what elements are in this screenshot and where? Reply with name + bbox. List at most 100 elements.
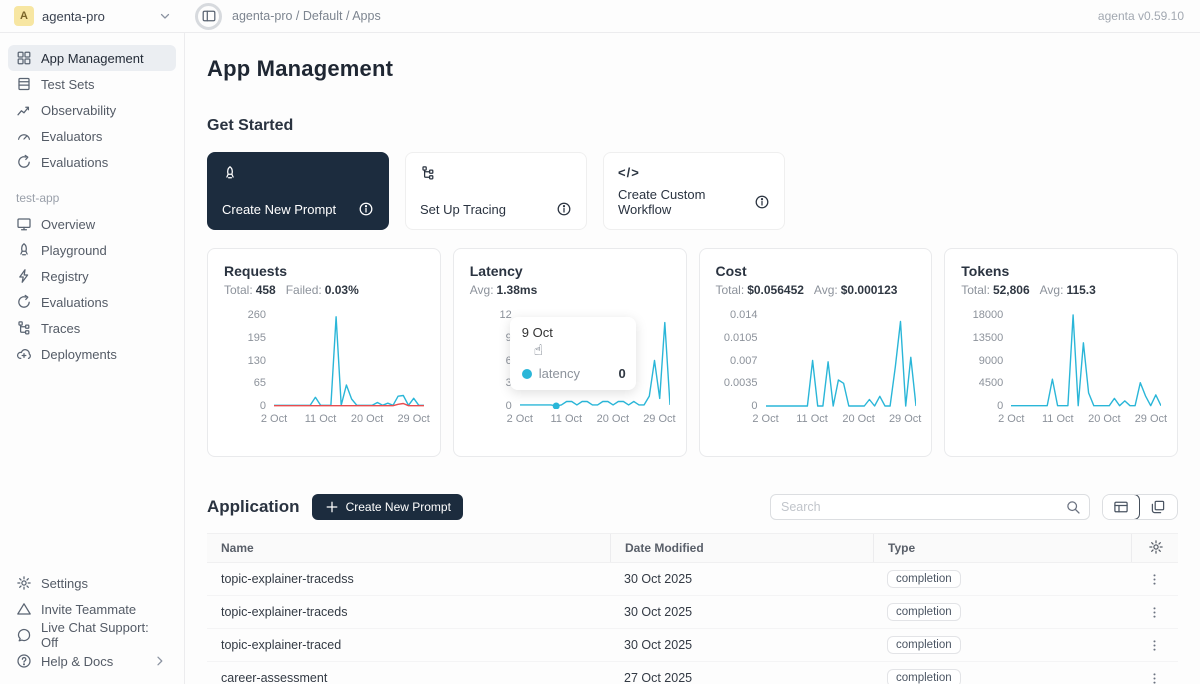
sidebar-item-registry[interactable]: Registry [8, 263, 176, 289]
search-input[interactable] [781, 500, 1065, 514]
sidebar-item-label: Evaluators [41, 129, 102, 144]
sidebar-item-label: Help & Docs [41, 654, 113, 669]
search-icon[interactable] [1065, 499, 1081, 515]
chart-plot-area[interactable] [274, 309, 424, 412]
row-menu-button[interactable] [1145, 603, 1164, 622]
row-menu-button[interactable] [1145, 669, 1164, 684]
table-row-topic-explainer-traced[interactable]: topic-explainer-traced30 Oct 2025 complet… [207, 629, 1178, 662]
metric-stat: Avg:1.38ms [470, 283, 538, 297]
y-axis-tick: 9000 [961, 355, 1003, 367]
x-axis-tick: 2 Oct [998, 413, 1024, 425]
info-icon[interactable] [754, 194, 770, 210]
sidebar-item-overview[interactable]: Overview [8, 211, 176, 237]
sidebar-item-invite-teammate[interactable]: Invite Teammate [8, 596, 176, 622]
metric-chart: 00.00350.0070.01050.0142 Oct11 Oct20 Oct… [716, 309, 916, 431]
cell-date-modified: 30 Oct 2025 [610, 638, 873, 652]
metric-stats: Total:52,806Avg:115.3 [961, 283, 1161, 297]
sidebar-item-label: Live Chat Support: Off [41, 620, 168, 650]
button-label: Create New Prompt [346, 500, 451, 514]
sidebar-section-label: test-app [16, 191, 176, 205]
y-axis-tick: 4500 [961, 377, 1003, 389]
workspace-selector[interactable]: A agenta-pro [0, 6, 185, 26]
tooltip-series-name: latency [539, 366, 580, 381]
sidebar-item-evaluations[interactable]: Evaluations [8, 149, 176, 175]
card-view-button[interactable] [1139, 495, 1177, 519]
testsets-icon [16, 76, 32, 92]
x-axis-tick: 11 Oct [551, 413, 583, 425]
type-badge: completion [887, 669, 961, 684]
cell-date-modified: 30 Oct 2025 [610, 572, 873, 586]
chart-plot-area[interactable] [766, 309, 916, 412]
sidebar-item-help-docs[interactable]: Help & Docs [8, 648, 176, 674]
grid-icon [16, 50, 32, 66]
view-toggle [1102, 494, 1178, 520]
cell-name: topic-explainer-traced [207, 638, 610, 652]
code-icon: </> [618, 165, 770, 180]
get-started-card-set-up-tracing[interactable]: Set Up Tracing [405, 152, 587, 230]
sidebar-item-test-sets[interactable]: Test Sets [8, 71, 176, 97]
metric-stat: Failed:0.03% [286, 283, 359, 297]
sidebar-item-settings[interactable]: Settings [8, 570, 176, 596]
sidebar-item-evaluations[interactable]: Evaluations [8, 289, 176, 315]
x-axis-tick: 20 Oct [842, 413, 874, 425]
table-view-button[interactable] [1102, 494, 1140, 520]
chart-plot-area[interactable] [1011, 309, 1161, 412]
column-header-type[interactable]: Type [873, 534, 1131, 562]
tooltip-series-row: latency0 [522, 366, 626, 381]
sidebar-item-live-chat-support-off[interactable]: Live Chat Support: Off [8, 622, 176, 648]
sidebar-item-app-management[interactable]: App Management [8, 45, 176, 71]
row-menu-button[interactable] [1145, 570, 1164, 589]
column-header-date-modified[interactable]: Date Modified [610, 534, 873, 562]
plus-icon [324, 499, 340, 515]
y-axis-tick: 18000 [961, 309, 1003, 321]
version-label: agenta v0.59.10 [1098, 9, 1200, 23]
gear-icon[interactable] [1148, 539, 1164, 558]
sidebar-item-playground[interactable]: Playground [8, 237, 176, 263]
x-axis-tick: 20 Oct [597, 413, 629, 425]
get-started-card-create-new-prompt[interactable]: Create New Prompt [207, 152, 389, 230]
sidebar-item-label: Deployments [41, 347, 117, 362]
type-badge: completion [887, 570, 961, 588]
column-header-name[interactable]: Name [207, 534, 610, 562]
table-row-career-assessment[interactable]: career-assessment27 Oct 2025completion [207, 662, 1178, 684]
sidebar-toggle-button[interactable] [195, 3, 222, 30]
get-started-cards: Create New PromptSet Up Tracing </> Create… [207, 152, 1178, 230]
sidebar-item-label: App Management [41, 51, 144, 66]
y-axis-tick: 9 [470, 332, 512, 344]
card-label: Create Custom Workflow [618, 187, 754, 217]
type-badge: completion [887, 636, 961, 654]
sidebar-item-observability[interactable]: Observability [8, 97, 176, 123]
info-icon[interactable] [358, 201, 374, 217]
table-header: NameDate ModifiedType [207, 534, 1178, 563]
y-axis-tick: 0 [470, 400, 512, 412]
metric-stats: Avg:1.38ms [470, 283, 670, 297]
x-axis-tick: 11 Oct [796, 413, 828, 425]
sidebar-item-traces[interactable]: Traces [8, 315, 176, 341]
sidebar-item-label: Settings [41, 576, 88, 591]
info-icon[interactable] [556, 201, 572, 217]
cloud-icon [16, 346, 32, 362]
x-axis-tick: 29 Oct [643, 413, 675, 425]
loop-icon [16, 154, 32, 170]
y-axis-tick: 0 [224, 400, 266, 412]
sidebar-item-label: Overview [41, 217, 95, 232]
sidebar-item-label: Invite Teammate [41, 602, 136, 617]
x-axis-tick: 29 Oct [889, 413, 921, 425]
create-new-prompt-button[interactable]: Create New Prompt [312, 494, 463, 520]
monitor-icon [16, 216, 32, 232]
chart-tooltip: 9 Oct☝latency0 [510, 317, 636, 390]
tree-icon [16, 320, 32, 336]
row-menu-button[interactable] [1145, 636, 1164, 655]
rocket-icon [16, 242, 32, 258]
metric-stat: Total:458 [224, 283, 276, 297]
table-row-topic-explainer-tracedss[interactable]: topic-explainer-tracedss30 Oct 2025 compl… [207, 563, 1178, 596]
breadcrumb[interactable]: agenta-pro / Default / Apps [232, 9, 381, 23]
sidebar-item-deployments[interactable]: Deployments [8, 341, 176, 367]
x-axis-tick: 29 Oct [1135, 413, 1167, 425]
table-row-topic-explainer-traceds[interactable]: topic-explainer-traceds30 Oct 2025comple… [207, 596, 1178, 629]
cell-name: topic-explainer-tracedss [207, 572, 610, 586]
y-axis-tick: 6 [470, 355, 512, 367]
get-started-card-create-custom-workflow[interactable]: </> Create Custom Workflow [603, 152, 785, 230]
x-axis-tick: 20 Oct [1088, 413, 1120, 425]
sidebar-item-evaluators[interactable]: Evaluators [8, 123, 176, 149]
